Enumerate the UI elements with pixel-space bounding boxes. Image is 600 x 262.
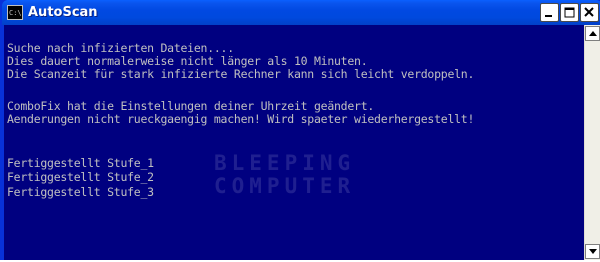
maximize-icon <box>564 7 575 18</box>
console-line: Fertiggestellt Stufe_3 <box>7 185 154 199</box>
watermark-line1: BLEEPING <box>214 151 356 175</box>
title-bar[interactable]: C:\ AutoScan <box>2 0 600 25</box>
window-title: AutoScan <box>28 5 98 20</box>
scroll-up-button[interactable] <box>585 26 600 41</box>
console-line: Aenderungen nicht rueckgaengig machen! W… <box>7 112 475 126</box>
arrow-up-icon <box>589 31 597 36</box>
minimize-icon <box>545 15 552 17</box>
console-icon[interactable]: C:\ <box>7 5 23 20</box>
maximize-button[interactable] <box>560 3 579 22</box>
console-window: C:\ AutoScan Suche nach infizierten Date… <box>0 0 600 260</box>
arrow-down-icon <box>589 249 597 254</box>
svg-text:C:\: C:\ <box>9 9 21 17</box>
console-line: Fertiggestellt Stufe_2 <box>7 170 154 184</box>
minimize-button[interactable] <box>540 3 559 22</box>
vertical-scrollbar[interactable] <box>584 25 600 260</box>
watermark-line2: COMPUTER <box>214 174 356 198</box>
console-output[interactable]: Suche nach infizierten Dateien.... Dies … <box>4 25 584 260</box>
scroll-down-button[interactable] <box>585 244 600 259</box>
console-line: Fertiggestellt Stufe_1 <box>7 156 154 170</box>
close-button[interactable] <box>580 3 599 22</box>
close-icon <box>584 7 594 17</box>
console-line: Die Scanzeit für stark infizierte Rechne… <box>7 67 475 81</box>
